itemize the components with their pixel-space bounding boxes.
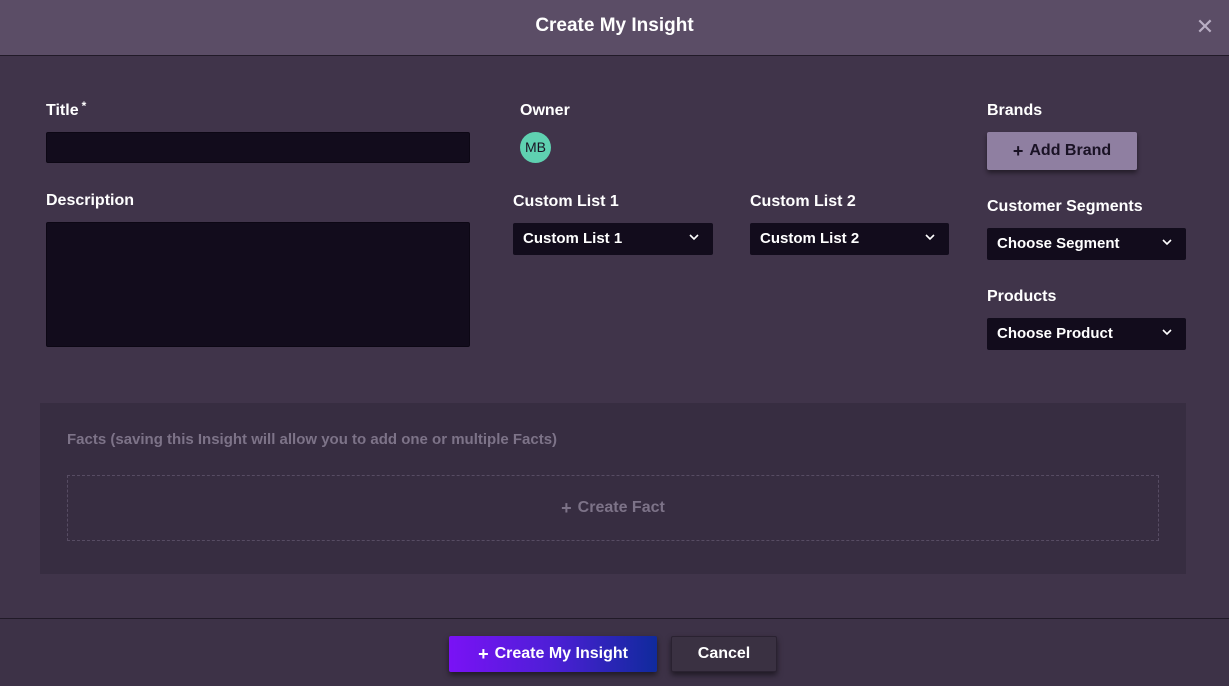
custom-list-1-value: Custom List 1 (523, 230, 623, 247)
plus-icon: + (1012, 141, 1024, 161)
title-input[interactable] (46, 132, 470, 163)
custom-list-2-select[interactable]: Custom List 2 (750, 223, 949, 255)
description-input[interactable] (46, 222, 470, 347)
product-value: Choose Product (997, 325, 1113, 342)
custom-list-1-select[interactable]: Custom List 1 (513, 223, 713, 255)
facts-description: Facts (saving this Insight will allow yo… (67, 431, 558, 448)
close-icon[interactable]: ✕ (1195, 15, 1215, 39)
chevron-down-icon (1162, 239, 1172, 246)
product-select[interactable]: Choose Product (987, 318, 1186, 350)
products-label: Products (987, 288, 1057, 305)
modal-header: Create My Insight ✕ (0, 0, 1229, 56)
custom-list-2-label: Custom List 2 (750, 193, 856, 210)
brands-label: Brands (987, 102, 1043, 119)
add-brand-label: Add Brand (1029, 142, 1112, 159)
create-insight-modal: Create My Insight ✕ Title * Description O… (0, 0, 1229, 686)
plus-icon: + (561, 498, 572, 518)
chevron-down-icon (925, 234, 935, 241)
create-fact-button[interactable]: + Create Fact (67, 475, 1159, 541)
owner-label: Owner (520, 102, 570, 119)
cancel-button[interactable]: Cancel (671, 636, 777, 672)
cancel-label: Cancel (697, 645, 751, 662)
chevron-down-icon (1162, 329, 1172, 336)
chevron-down-icon (689, 234, 699, 241)
required-marker: * (81, 99, 87, 113)
title-label-text: Title (46, 102, 79, 119)
segment-select[interactable]: Choose Segment (987, 228, 1186, 260)
create-insight-button[interactable]: + Create My Insight (449, 636, 657, 672)
owner-avatar[interactable]: MB (520, 132, 551, 163)
custom-list-1-label: Custom List 1 (513, 193, 619, 210)
create-fact-label: Create Fact (577, 499, 665, 516)
add-brand-button[interactable]: + Add Brand (987, 132, 1137, 170)
modal-footer: + Create My Insight Cancel (0, 618, 1229, 686)
description-label: Description (46, 192, 135, 209)
modal-title: Create My Insight (535, 15, 694, 36)
create-insight-label: Create My Insight (494, 645, 628, 662)
custom-list-2-value: Custom List 2 (760, 230, 860, 247)
facts-panel: Facts (saving this Insight will allow yo… (40, 403, 1186, 574)
segment-value: Choose Segment (997, 235, 1120, 252)
segments-label: Customer Segments (987, 198, 1143, 215)
plus-icon: + (478, 644, 489, 664)
title-label: Title * (46, 99, 87, 120)
